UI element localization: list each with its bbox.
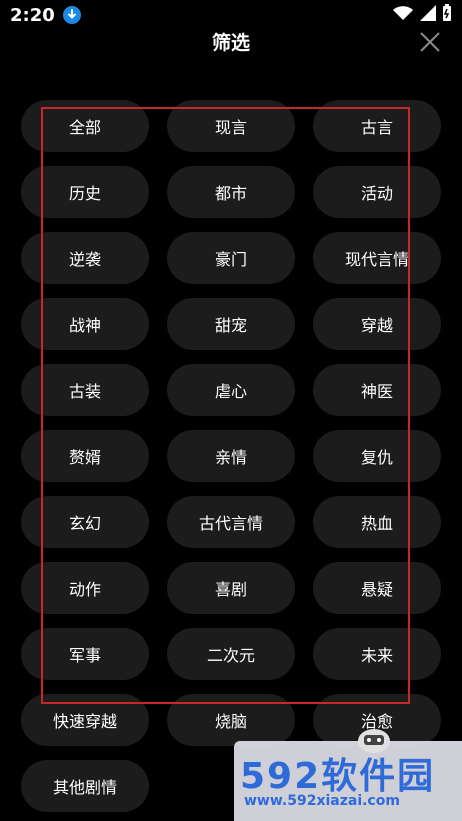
watermark-url: www.592xiazai.com [244, 793, 400, 809]
highlight-overlay [41, 107, 410, 704]
battery-icon [442, 4, 452, 26]
status-right [392, 4, 452, 26]
filter-chip-other[interactable]: 其他剧情 [21, 760, 149, 812]
close-icon [420, 32, 440, 52]
header: 筛选 [0, 28, 462, 54]
watermark-title: 592软件园 [240, 756, 436, 797]
status-time: 2:20 [10, 4, 55, 26]
page-title: 筛选 [211, 32, 250, 54]
status-left: 2:20 [10, 5, 81, 26]
signal-icon [420, 5, 436, 25]
download-icon [62, 6, 81, 24]
status-bar: 2:20 [0, 0, 462, 30]
wifi-icon [392, 5, 414, 25]
watermark: 592软件园 www.592xiazai.com [234, 729, 462, 821]
close-button[interactable] [416, 28, 444, 56]
